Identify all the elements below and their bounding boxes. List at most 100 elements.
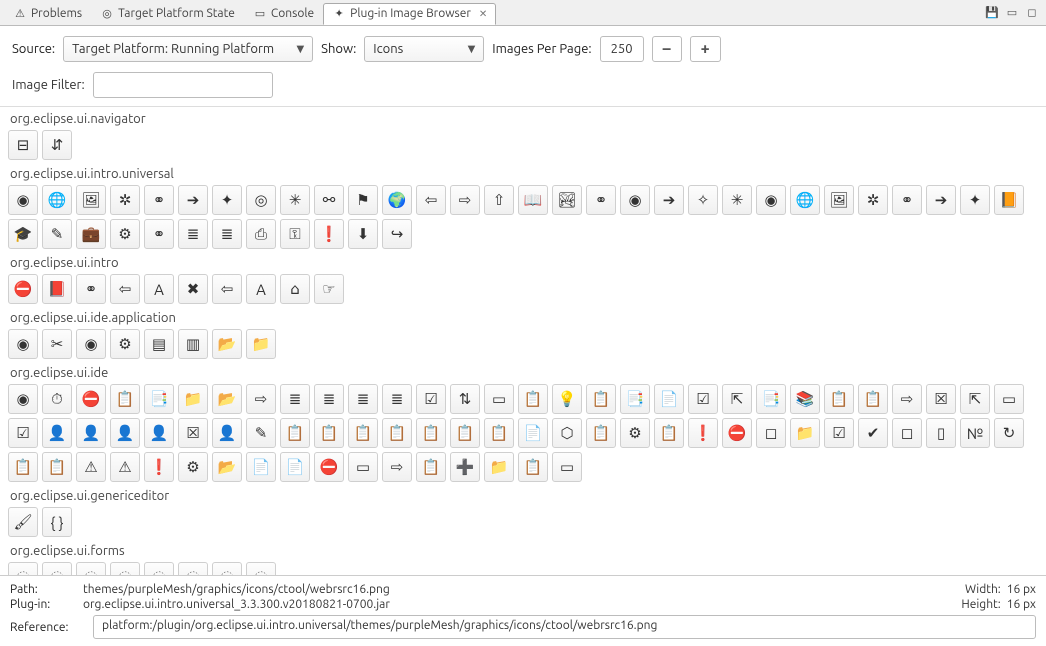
image-icon-button[interactable]: ⛔: [314, 452, 344, 482]
reference-input[interactable]: platform:/plugin/org.eclipse.ui.intro.un…: [93, 615, 1036, 639]
image-icon-button[interactable]: ⬡: [552, 418, 582, 448]
image-icon-button[interactable]: ▯: [926, 418, 956, 448]
image-icon-button[interactable]: ⚠: [76, 452, 106, 482]
image-icon-button[interactable]: ◎: [246, 185, 276, 215]
image-icon-button[interactable]: 👤: [212, 418, 242, 448]
image-icon-button[interactable]: A: [144, 274, 174, 304]
image-icon-button[interactable]: ✲: [858, 185, 888, 215]
image-icon-button[interactable]: ⬇: [348, 219, 378, 249]
image-icon-button[interactable]: ➔: [178, 185, 208, 215]
image-icon-button[interactable]: ☑: [824, 418, 854, 448]
image-icon-button[interactable]: 📋: [586, 418, 616, 448]
image-icon-button[interactable]: ⛔: [76, 384, 106, 414]
image-icon-button[interactable]: 📙: [994, 185, 1024, 215]
image-icon-button[interactable]: ✦: [960, 185, 990, 215]
image-icon-button[interactable]: ⇦: [110, 274, 140, 304]
image-icon-button[interactable]: №: [960, 418, 990, 448]
image-icon-button[interactable]: ◌: [42, 562, 72, 575]
image-icon-button[interactable]: 📕: [42, 274, 72, 304]
tab-problems[interactable]: ⚠Problems: [4, 2, 91, 24]
close-tab-icon[interactable]: ✕: [479, 8, 487, 20]
image-icon-button[interactable]: 📄: [518, 418, 548, 448]
tab-target-platform-state[interactable]: ◎Target Platform State: [91, 2, 244, 24]
image-icon-button[interactable]: ☑: [416, 384, 446, 414]
image-icon-button[interactable]: ✎: [246, 418, 276, 448]
image-icon-button[interactable]: ⚯: [314, 185, 344, 215]
image-icon-button[interactable]: ❗: [144, 452, 174, 482]
image-icon-button[interactable]: ⇱: [960, 384, 990, 414]
image-icon-button[interactable]: ⚙: [110, 219, 140, 249]
image-icon-button[interactable]: 📁: [790, 418, 820, 448]
image-icon-button[interactable]: ↪: [382, 219, 412, 249]
image-icon-button[interactable]: ⚭: [586, 185, 616, 215]
image-icon-button[interactable]: ☞: [314, 274, 344, 304]
image-icon-button[interactable]: ➔: [654, 185, 684, 215]
image-icon-button[interactable]: ◉: [76, 329, 106, 359]
image-icon-button[interactable]: ➕: [450, 452, 480, 482]
image-icon-button[interactable]: ▭: [484, 384, 514, 414]
image-icon-button[interactable]: 📚: [790, 384, 820, 414]
image-icon-button[interactable]: 📋: [314, 418, 344, 448]
image-icon-button[interactable]: ⚭: [144, 219, 174, 249]
image-icon-button[interactable]: ≣: [280, 384, 310, 414]
image-icon-button[interactable]: ◻: [892, 418, 922, 448]
image-icon-button[interactable]: ⇨: [892, 384, 922, 414]
image-icon-button[interactable]: 📂: [212, 329, 242, 359]
image-icon-button[interactable]: ☒: [926, 384, 956, 414]
image-icon-button[interactable]: ≣: [178, 219, 208, 249]
image-icon-button[interactable]: 📋: [416, 452, 446, 482]
image-icon-button[interactable]: ⚭: [892, 185, 922, 215]
image-icon-button[interactable]: 🖼: [824, 185, 854, 215]
image-icon-button[interactable]: ⚿: [280, 219, 310, 249]
image-icon-button[interactable]: ◉: [8, 185, 38, 215]
image-icon-button[interactable]: 👤: [144, 418, 174, 448]
image-icon-button[interactable]: 📄: [280, 452, 310, 482]
image-icon-button[interactable]: ◌: [246, 562, 276, 575]
image-icon-button[interactable]: ≣: [314, 384, 344, 414]
image-icon-button[interactable]: 🌍: [382, 185, 412, 215]
image-icon-button[interactable]: 🏞: [552, 185, 582, 215]
image-icon-button[interactable]: ✎: [42, 219, 72, 249]
image-icon-button[interactable]: ➔: [926, 185, 956, 215]
image-icon-button[interactable]: 📂: [212, 452, 242, 482]
image-icon-button[interactable]: 📋: [450, 418, 480, 448]
minimize-icon[interactable]: ▭: [1004, 5, 1020, 21]
image-icon-button[interactable]: 📋: [416, 418, 446, 448]
image-icon-button[interactable]: ⇨: [450, 185, 480, 215]
image-icon-button[interactable]: ✲: [110, 185, 140, 215]
image-icon-button[interactable]: ▭: [552, 452, 582, 482]
image-icon-button[interactable]: ⚙: [178, 452, 208, 482]
image-icon-button[interactable]: ↻: [994, 418, 1024, 448]
show-dropdown[interactable]: Icons ▼: [364, 36, 484, 62]
image-icon-button[interactable]: 📑: [620, 384, 650, 414]
image-icon-button[interactable]: 📄: [654, 384, 684, 414]
image-icon-button[interactable]: ✧: [688, 185, 718, 215]
image-icon-button[interactable]: ◌: [8, 562, 38, 575]
image-icon-button[interactable]: 👤: [42, 418, 72, 448]
image-icon-button[interactable]: ⚙: [620, 418, 650, 448]
image-icon-button[interactable]: 📂: [212, 384, 242, 414]
image-icon-button[interactable]: 📋: [586, 384, 616, 414]
image-icon-button[interactable]: ☑: [688, 384, 718, 414]
image-icon-button[interactable]: ◌: [76, 562, 106, 575]
image-icon-button[interactable]: 📋: [654, 418, 684, 448]
image-icon-button[interactable]: 📑: [756, 384, 786, 414]
image-icon-button[interactable]: ⊟: [8, 130, 38, 160]
image-icon-button[interactable]: ≣: [348, 384, 378, 414]
image-icon-button[interactable]: ⇨: [382, 452, 412, 482]
image-icon-button[interactable]: 📋: [280, 418, 310, 448]
tab-console[interactable]: ▭Console: [244, 2, 323, 24]
image-icon-button[interactable]: ≣: [212, 219, 242, 249]
image-icon-button[interactable]: ⇦: [212, 274, 242, 304]
ipp-decrement-button[interactable]: –: [652, 36, 682, 62]
image-icon-button[interactable]: ◌: [212, 562, 242, 575]
image-icon-button[interactable]: ◌: [144, 562, 174, 575]
image-icon-button[interactable]: ◉: [8, 329, 38, 359]
image-filter-input[interactable]: [93, 72, 273, 98]
maximize-icon[interactable]: ◻: [1024, 5, 1040, 21]
image-icon-button[interactable]: ❗: [314, 219, 344, 249]
image-icon-button[interactable]: ⛔: [722, 418, 752, 448]
image-icon-button[interactable]: 📋: [8, 452, 38, 482]
image-icon-button[interactable]: ✳: [280, 185, 310, 215]
image-icon-button[interactable]: ◉: [620, 185, 650, 215]
